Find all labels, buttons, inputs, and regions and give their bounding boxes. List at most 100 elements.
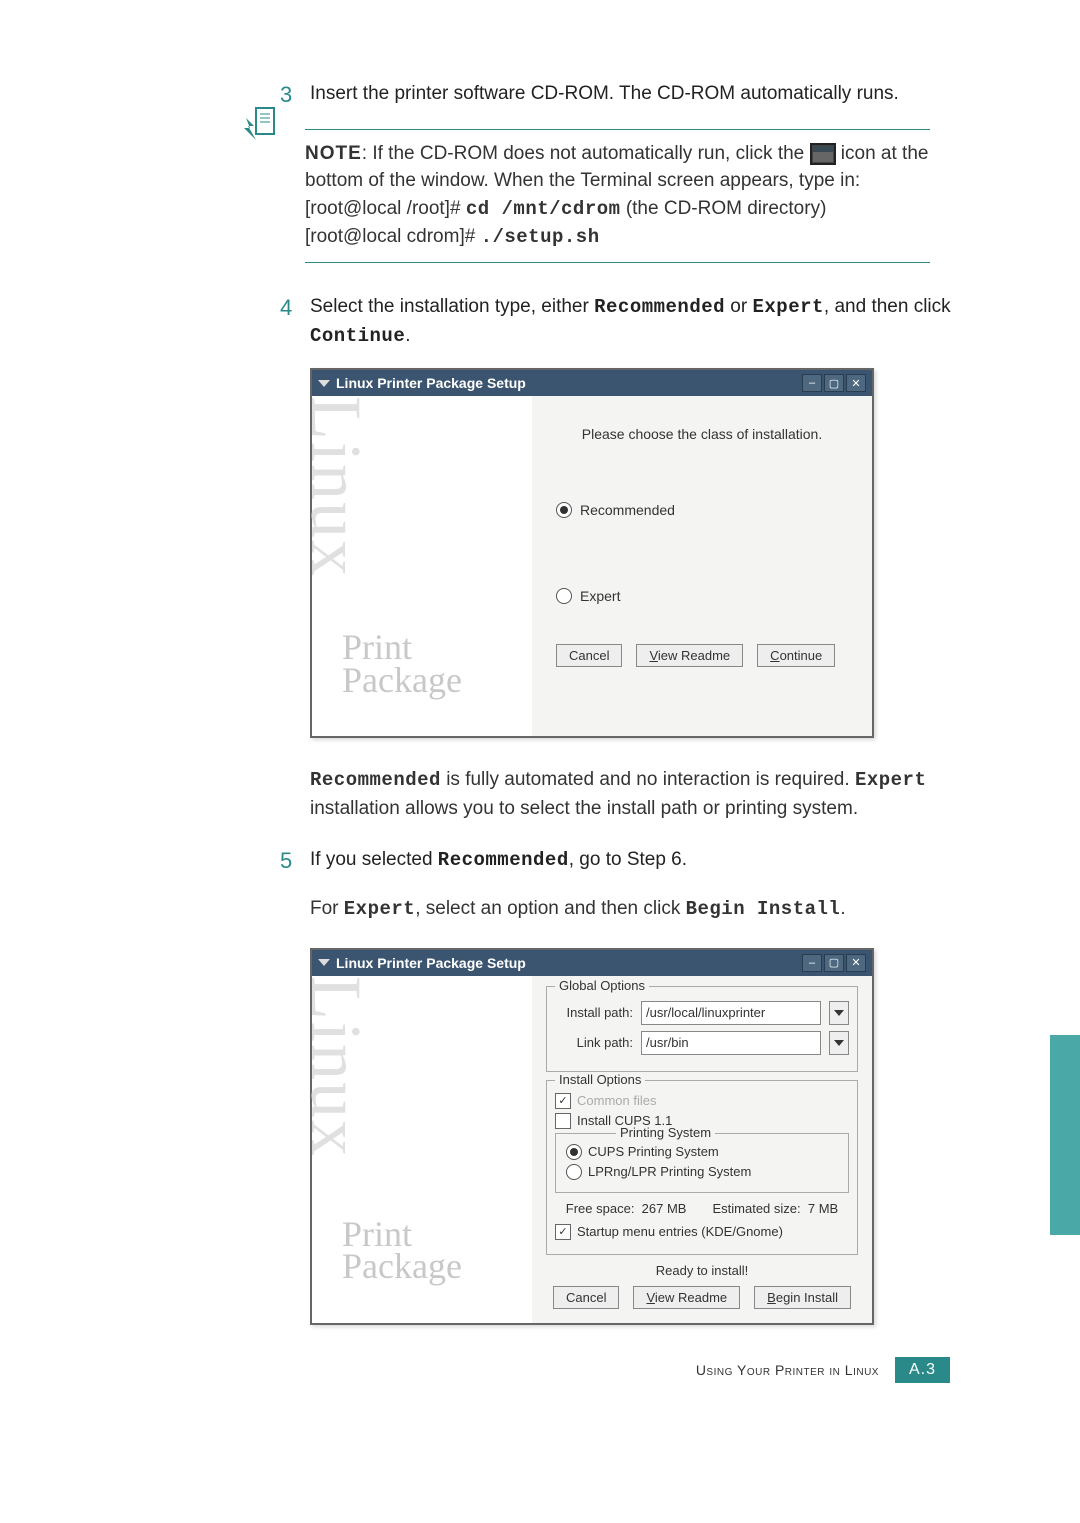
para-expert: Expert <box>855 769 926 791</box>
expert-opt: Expert <box>344 898 415 920</box>
step5-prefix: If you selected <box>310 849 438 870</box>
radio-lpr-system[interactable]: LPRng/LPR Printing System <box>566 1164 838 1180</box>
expert-end: . <box>840 898 845 919</box>
radio-expert[interactable]: Expert <box>556 588 848 604</box>
note-line1: : If the CD-ROM does not automatically r… <box>362 143 810 164</box>
para-mid2: installation allows you to select the in… <box>310 798 858 819</box>
radio-expert-label: Expert <box>580 588 620 604</box>
installer-sidebar-graphic: Linux Print Package <box>312 396 532 736</box>
startup-entries-label: Startup menu entries (KDE/Gnome) <box>577 1224 783 1239</box>
expert-prefix: For <box>310 898 344 919</box>
begin-install-button[interactable]: Begin Install <box>754 1286 851 1309</box>
view-readme-button[interactable]: View Readme <box>636 644 743 667</box>
expert-btn: Begin Install <box>686 898 841 920</box>
checkbox-icon <box>555 1113 571 1129</box>
banner-linux: Linux <box>294 976 377 1176</box>
step5-text: If you selected Recommended, go to Step … <box>310 846 687 877</box>
global-options-legend: Global Options <box>555 978 649 993</box>
note-cmd1-prefix: [root@local /root]# <box>305 198 466 219</box>
step4-end: . <box>405 325 410 346</box>
titlebar: Linux Printer Package Setup – ▢ ✕ <box>312 950 872 976</box>
link-path-input[interactable]: /usr/bin <box>641 1031 821 1055</box>
note-cmd2: ./setup.sh <box>481 226 600 248</box>
step-number-5: 5 <box>280 846 310 877</box>
titlebar: Linux Printer Package Setup – ▢ ✕ <box>312 370 872 396</box>
printing-system-legend: Printing System <box>616 1125 715 1140</box>
close-button[interactable]: ✕ <box>846 374 866 392</box>
install-path-label: Install path: <box>555 1005 633 1020</box>
install-options-group: Install Options Common files Install CUP… <box>546 1080 858 1255</box>
installer-window-1: Linux Printer Package Setup – ▢ ✕ Linux … <box>310 368 874 738</box>
terminal-icon <box>810 143 836 165</box>
step4-mid: or <box>725 296 752 317</box>
install-path-input[interactable]: /usr/local/linuxprinter <box>641 1001 821 1025</box>
banner-package: Package <box>342 1250 522 1282</box>
page-footer: Using Your Printer in Linux A.3 <box>90 1357 950 1383</box>
chevron-down-icon <box>834 1010 844 1016</box>
expert-mid: , select an option and then click <box>415 898 685 919</box>
minimize-button[interactable]: – <box>802 954 822 972</box>
install-caption: Please choose the class of installation. <box>556 426 848 442</box>
para-mid1: is fully automated and no interaction is… <box>441 769 855 790</box>
note-icon <box>242 104 286 148</box>
minimize-button[interactable]: – <box>802 374 822 392</box>
radio-recommended-label: Recommended <box>580 502 675 518</box>
step4-opt1: Recommended <box>594 296 725 318</box>
radio-icon <box>566 1164 582 1180</box>
startup-entries-checkbox[interactable]: Startup menu entries (KDE/Gnome) <box>555 1224 849 1240</box>
radio-lpr-label: LPRng/LPR Printing System <box>588 1164 751 1179</box>
radio-cups-system[interactable]: CUPS Printing System <box>566 1144 838 1160</box>
radio-icon <box>556 588 572 604</box>
step3-text: Insert the printer software CD-ROM. The … <box>310 80 899 111</box>
step4-suffix: , and then click <box>824 296 951 317</box>
step4-btn: Continue <box>310 325 405 347</box>
banner-print: Print <box>342 631 522 663</box>
checkbox-icon <box>555 1224 571 1240</box>
maximize-button[interactable]: ▢ <box>824 954 844 972</box>
view-readme-button[interactable]: View Readme <box>633 1286 740 1309</box>
common-files-checkbox: Common files <box>555 1093 849 1109</box>
ready-text: Ready to install! <box>546 1263 858 1278</box>
link-path-dropdown[interactable] <box>829 1031 849 1055</box>
installer-sidebar-graphic: Linux Print Package <box>312 976 532 1323</box>
window-title: Linux Printer Package Setup <box>336 375 526 391</box>
expert-line: For Expert, select an option and then cl… <box>310 895 990 924</box>
maximize-button[interactable]: ▢ <box>824 374 844 392</box>
footer-text: Using Your Printer in Linux <box>696 1362 879 1378</box>
radio-icon <box>556 502 572 518</box>
note-cmd1: cd /mnt/cdrom <box>466 198 621 220</box>
note-cmd2-prefix: [root@local cdrom]# <box>305 226 481 247</box>
printing-system-group: Printing System CUPS Printing System LPR… <box>555 1133 849 1193</box>
estimated-size-label: Estimated size: <box>712 1201 800 1216</box>
global-options-group: Global Options Install path: /usr/local/… <box>546 986 858 1072</box>
step-number-4: 4 <box>280 293 310 350</box>
common-files-label: Common files <box>577 1093 656 1108</box>
banner-linux: Linux <box>294 396 377 596</box>
page-number-badge: A.3 <box>895 1357 950 1383</box>
radio-icon <box>566 1144 582 1160</box>
step4-text: Select the installation type, either Rec… <box>310 293 990 350</box>
step5-suffix: , go to Step 6. <box>569 849 687 870</box>
window-menu-icon[interactable] <box>318 380 330 387</box>
window-menu-icon[interactable] <box>318 959 330 966</box>
link-path-label: Link path: <box>555 1035 633 1050</box>
chevron-down-icon <box>834 1040 844 1046</box>
note-box: NOTE: If the CD-ROM does not automatical… <box>240 129 930 263</box>
cancel-button[interactable]: Cancel <box>553 1286 619 1309</box>
free-space-label: Free space: <box>566 1201 635 1216</box>
cancel-button[interactable]: Cancel <box>556 644 622 667</box>
recommended-paragraph: Recommended is fully automated and no in… <box>310 766 990 822</box>
note-cmd1-suffix: (the CD-ROM directory) <box>621 198 827 219</box>
free-space-value: 267 MB <box>642 1201 687 1216</box>
note-label: NOTE <box>305 143 362 164</box>
install-options-legend: Install Options <box>555 1072 645 1087</box>
radio-recommended[interactable]: Recommended <box>556 502 848 518</box>
step4-opt2: Expert <box>752 296 823 318</box>
continue-button[interactable]: Continue <box>757 644 835 667</box>
close-button[interactable]: ✕ <box>846 954 866 972</box>
checkbox-icon <box>555 1093 571 1109</box>
install-path-dropdown[interactable] <box>829 1001 849 1025</box>
window-title: Linux Printer Package Setup <box>336 955 526 971</box>
radio-cups-label: CUPS Printing System <box>588 1144 719 1159</box>
step5-opt: Recommended <box>438 849 569 871</box>
